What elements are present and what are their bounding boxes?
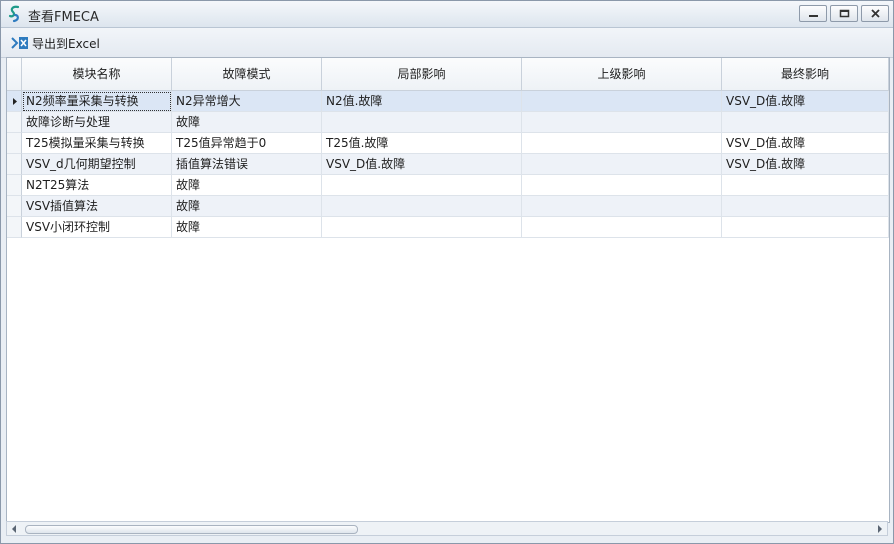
table-cell[interactable]: 故障: [172, 175, 322, 196]
close-icon: [871, 9, 880, 18]
table-cell[interactable]: VSV_D值.故障: [722, 91, 889, 112]
table-cell[interactable]: T25值.故障: [322, 133, 522, 154]
row-indicator[interactable]: [7, 217, 22, 238]
table-cell[interactable]: [722, 112, 889, 133]
export-excel-button[interactable]: 导出到Excel: [11, 33, 100, 53]
table-cell[interactable]: [522, 196, 722, 217]
fmeca-app-icon: [8, 5, 20, 23]
table-cell[interactable]: [322, 112, 522, 133]
minimize-icon: [809, 15, 818, 17]
fmeca-table[interactable]: 模块名称 故障模式 局部影响 上级影响 最终影响 N2频率量采集与转换 N2异常…: [6, 57, 890, 523]
table-cell[interactable]: VSV_D值.故障: [722, 154, 889, 175]
table-cell[interactable]: [722, 175, 889, 196]
row-indicator[interactable]: [7, 91, 22, 112]
table-cell[interactable]: [522, 112, 722, 133]
title-bar[interactable]: 查看FMECA: [1, 1, 893, 28]
table-cell[interactable]: VSV小闭环控制: [22, 217, 172, 238]
column-header-local-effect[interactable]: 局部影响: [322, 58, 522, 91]
column-header-upper-effect[interactable]: 上级影响: [522, 58, 722, 91]
table-cell[interactable]: N2异常增大: [172, 91, 322, 112]
window-title: 查看FMECA: [28, 10, 99, 25]
table-cell[interactable]: VSV_D值.故障: [322, 154, 522, 175]
table-cell[interactable]: VSV_D值.故障: [722, 133, 889, 154]
scroll-left-icon[interactable]: [11, 525, 17, 533]
table-cell[interactable]: 插值算法错误: [172, 154, 322, 175]
table-cell[interactable]: [722, 196, 889, 217]
table-cell[interactable]: [322, 196, 522, 217]
excel-export-icon: [11, 37, 28, 49]
table-cell[interactable]: [522, 91, 722, 112]
current-row-arrow-icon: [13, 98, 17, 105]
table-cell[interactable]: [522, 217, 722, 238]
table-cell[interactable]: [522, 175, 722, 196]
table-cell[interactable]: VSV_d几何期望控制: [22, 154, 172, 175]
table-cell[interactable]: VSV插值算法: [22, 196, 172, 217]
table-cell[interactable]: 故障: [172, 196, 322, 217]
maximize-icon: [839, 9, 850, 18]
row-indicator[interactable]: [7, 175, 22, 196]
table-cell[interactable]: [522, 154, 722, 175]
table-cell[interactable]: 故障诊断与处理: [22, 112, 172, 133]
table-cell[interactable]: T25模拟量采集与转换: [22, 133, 172, 154]
row-indicator[interactable]: [7, 196, 22, 217]
toolbar: 导出到Excel: [1, 28, 893, 58]
scroll-right-icon[interactable]: [877, 525, 883, 533]
row-header-corner: [7, 58, 22, 91]
table-cell[interactable]: 故障: [172, 217, 322, 238]
table-cell[interactable]: T25值异常趋于0: [172, 133, 322, 154]
maximize-button[interactable]: [830, 5, 858, 22]
export-excel-label: 导出到Excel: [32, 36, 100, 51]
table-cell[interactable]: N2值.故障: [322, 91, 522, 112]
close-button[interactable]: [861, 5, 889, 22]
column-header-failure-mode[interactable]: 故障模式: [172, 58, 322, 91]
scrollbar-thumb[interactable]: [25, 525, 358, 534]
horizontal-scrollbar[interactable]: [6, 521, 888, 536]
row-indicator[interactable]: [7, 154, 22, 175]
row-indicator[interactable]: [7, 133, 22, 154]
table-cell[interactable]: [722, 217, 889, 238]
table-cell[interactable]: [522, 133, 722, 154]
column-header-module-name[interactable]: 模块名称: [22, 58, 172, 91]
table-cell[interactable]: N2T25算法: [22, 175, 172, 196]
minimize-button[interactable]: [799, 5, 827, 22]
column-header-final-effect[interactable]: 最终影响: [722, 58, 889, 91]
row-indicator[interactable]: [7, 112, 22, 133]
table-cell[interactable]: N2频率量采集与转换: [22, 91, 172, 112]
table-cell[interactable]: [322, 217, 522, 238]
table-cell[interactable]: 故障: [172, 112, 322, 133]
table-cell[interactable]: [322, 175, 522, 196]
